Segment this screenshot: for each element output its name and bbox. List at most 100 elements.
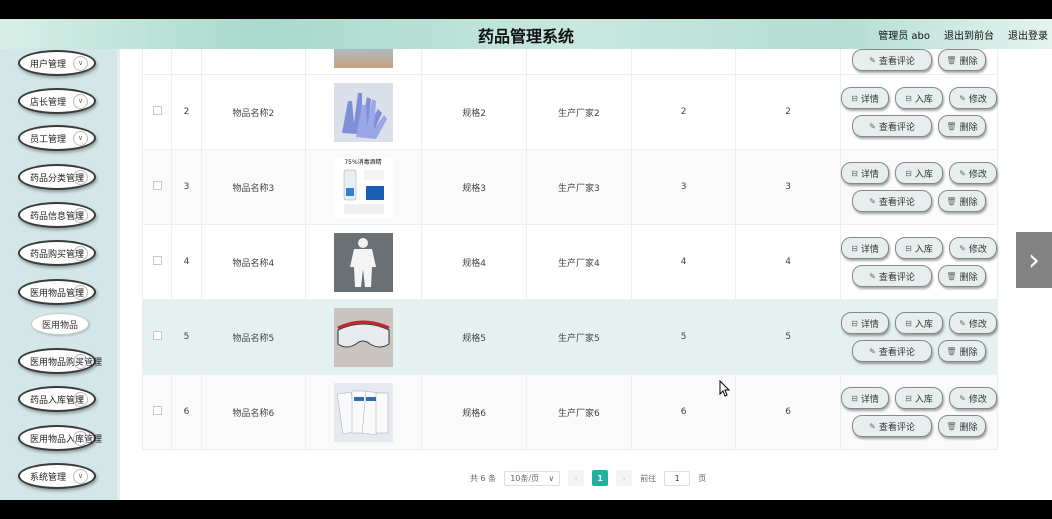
goods-maker: 生产厂家6 bbox=[526, 374, 632, 450]
sidebar-item-user[interactable]: 用户管理 ∨ bbox=[18, 50, 96, 76]
trash-icon: 🗑 bbox=[946, 55, 957, 65]
row-checkbox[interactable] bbox=[152, 181, 162, 190]
trash-icon: 🗑 bbox=[946, 421, 957, 431]
chevron-down-icon: ∨ bbox=[548, 473, 555, 483]
front-link[interactable]: 退出到前台 bbox=[944, 27, 994, 42]
document-icon: ⊟ bbox=[851, 93, 858, 103]
header-links: 管理员 abo 退出到前台 退出登录 bbox=[878, 27, 1048, 42]
admin-label: 管理员 abo bbox=[878, 31, 930, 42]
goods-value-a: 2 bbox=[630, 74, 737, 150]
goods-value-a: 5 bbox=[630, 299, 737, 375]
pagination: 共 6 条 10条/页 ∨ ‹ 1 › 前往 1 页 bbox=[470, 470, 706, 486]
row-checkbox[interactable] bbox=[152, 106, 162, 115]
trash-icon: 🗑 bbox=[946, 271, 957, 281]
row-index: 2 bbox=[171, 74, 202, 150]
row-checkbox[interactable] bbox=[152, 406, 162, 415]
goods-value-b: 5 bbox=[735, 299, 841, 375]
table-row: 5 物品名称5 规格5 生产厂家5 5 5 ⊟ 详情 ⊟ 入库 ✎ 修改 ✎ 查… bbox=[141, 299, 999, 375]
edit-pen-icon: ✎ bbox=[869, 271, 876, 281]
stock-in-button[interactable]: ⊟ 入库 bbox=[894, 387, 943, 409]
sidebar-item-label: 系统管理 bbox=[30, 472, 67, 483]
detail-button[interactable]: ⊟ 详情 bbox=[840, 312, 889, 334]
detail-button[interactable]: ⊟ 详情 bbox=[840, 87, 889, 109]
sidebar-item-staff[interactable]: 员工管理 ∨ bbox=[18, 125, 96, 151]
review-button[interactable]: ✎ 查看评论 bbox=[851, 190, 932, 212]
goods-spec: 规格3 bbox=[421, 149, 528, 225]
review-button[interactable]: ✎ 查看评论 bbox=[851, 415, 932, 437]
sidebar-item-drug-info[interactable]: 药品信息管理 ∨ bbox=[18, 202, 96, 228]
main-content: ✎ 查看评论 🗑 删除 2 物品名称2 规格2 生产厂家2 2 2 ⊟ 详情 ⊟… bbox=[120, 49, 1052, 500]
row-index: 6 bbox=[171, 374, 202, 450]
logout-link[interactable]: 退出登录 bbox=[1008, 27, 1048, 42]
chevron-right-icon[interactable]: › bbox=[1016, 232, 1052, 288]
sidebar-item-system[interactable]: 系统管理 ∨ bbox=[18, 463, 96, 489]
sidebar-item-label: 员工管理 bbox=[30, 134, 67, 145]
goods-value-b: 6 bbox=[735, 374, 841, 450]
sidebar-item-drug-stock-in[interactable]: 药品入库管理 ∨ bbox=[18, 386, 96, 412]
document-icon: ⊟ bbox=[905, 318, 912, 328]
sidebar-item-medical-goods[interactable]: 医用物品管理 ∨ bbox=[18, 279, 96, 305]
detail-button[interactable]: ⊟ 详情 bbox=[840, 237, 889, 259]
chevron-down-icon: ∨ bbox=[73, 131, 88, 146]
mouse-cursor-icon bbox=[719, 380, 731, 397]
review-button[interactable]: ✎ 查看评论 bbox=[851, 115, 932, 137]
document-icon: ⊟ bbox=[905, 243, 912, 253]
page-number-current[interactable]: 1 bbox=[592, 470, 609, 486]
chevron-down-icon: ∨ bbox=[73, 246, 88, 261]
detail-button[interactable]: ⊟ 详情 bbox=[840, 387, 889, 409]
goods-spec: 规格4 bbox=[421, 224, 528, 300]
row-checkbox[interactable] bbox=[152, 256, 162, 265]
prev-page-button[interactable]: ‹ bbox=[568, 470, 585, 486]
sidebar-item-manager[interactable]: 店长管理 ∨ bbox=[18, 88, 96, 114]
goods-spec: 规格5 bbox=[421, 299, 528, 375]
total-count: 共 6 条 bbox=[470, 473, 497, 483]
goods-maker: 生产厂家3 bbox=[526, 149, 632, 225]
detail-button[interactable]: ⊟ 详情 bbox=[840, 162, 889, 184]
review-button[interactable]: ✎ 查看评论 bbox=[851, 340, 932, 362]
delete-button[interactable]: 🗑 删除 bbox=[937, 415, 986, 437]
stock-in-button[interactable]: ⊟ 入库 bbox=[894, 162, 943, 184]
next-page-button[interactable]: › bbox=[616, 470, 633, 486]
goods-maker: 生产厂家2 bbox=[526, 74, 632, 150]
edit-button[interactable]: ✎ 修改 bbox=[948, 312, 997, 334]
goto-page-input[interactable]: 1 bbox=[664, 470, 691, 486]
goods-name: 物品名称3 bbox=[200, 149, 307, 225]
document-icon: ⊟ bbox=[905, 168, 912, 178]
delete-button[interactable]: 🗑 删除 bbox=[937, 265, 986, 287]
edit-button[interactable]: ✎ 修改 bbox=[948, 162, 997, 184]
chevron-left-icon: ‹ bbox=[574, 473, 578, 483]
edit-button[interactable]: ✎ 修改 bbox=[948, 387, 997, 409]
table-row: 2 物品名称2 规格2 生产厂家2 2 2 ⊟ 详情 ⊟ 入库 ✎ 修改 ✎ 查… bbox=[141, 74, 999, 150]
sidebar-item-medical-goods-purchase[interactable]: 医用物品购买管理 ∨ bbox=[18, 348, 102, 374]
chevron-down-icon: ∨ bbox=[73, 285, 88, 300]
sidebar-item-label: 医用物品购买管理 bbox=[30, 357, 103, 368]
document-icon: ⊟ bbox=[905, 393, 912, 403]
row-checkbox[interactable] bbox=[152, 331, 162, 340]
stock-in-button[interactable]: ⊟ 入库 bbox=[894, 237, 943, 259]
delete-button[interactable]: 🗑 删除 bbox=[937, 340, 986, 362]
edit-pen-icon: ✎ bbox=[959, 243, 966, 253]
document-icon: ⊟ bbox=[851, 168, 858, 178]
product-image bbox=[334, 382, 394, 442]
delete-button[interactable]: 🗑 删除 bbox=[937, 190, 986, 212]
sidebar-item-drug-purchase[interactable]: 药品购买管理 ∨ bbox=[18, 240, 96, 266]
product-image bbox=[334, 307, 394, 367]
sidebar-subitem-medical-goods[interactable]: 医用物品 bbox=[31, 313, 89, 335]
chevron-down-icon: ∨ bbox=[73, 56, 88, 71]
stock-in-button[interactable]: ⊟ 入库 bbox=[894, 87, 943, 109]
stock-in-button[interactable]: ⊟ 入库 bbox=[894, 312, 943, 334]
edit-pen-icon: ✎ bbox=[869, 196, 876, 206]
edit-button[interactable]: ✎ 修改 bbox=[948, 237, 997, 259]
review-button[interactable]: ✎ 查看评论 bbox=[851, 265, 932, 287]
product-image: 75%消毒酒精 bbox=[334, 157, 394, 217]
review-button[interactable]: ✎ 查看评论 bbox=[851, 49, 932, 71]
edit-button[interactable]: ✎ 修改 bbox=[948, 87, 997, 109]
edit-pen-icon: ✎ bbox=[959, 93, 966, 103]
delete-button[interactable]: 🗑 删除 bbox=[937, 115, 986, 137]
goods-name: 物品名称2 bbox=[200, 74, 307, 150]
sidebar-item-drug-category[interactable]: 药品分类管理 ∨ bbox=[18, 164, 96, 190]
sidebar-item-medical-goods-stock-in[interactable]: 医用物品入库管理 ∨ bbox=[18, 425, 102, 451]
page-size-select[interactable]: 10条/页 ∨ bbox=[504, 470, 561, 486]
delete-button[interactable]: 🗑 删除 bbox=[937, 49, 986, 71]
edit-pen-icon: ✎ bbox=[959, 168, 966, 178]
